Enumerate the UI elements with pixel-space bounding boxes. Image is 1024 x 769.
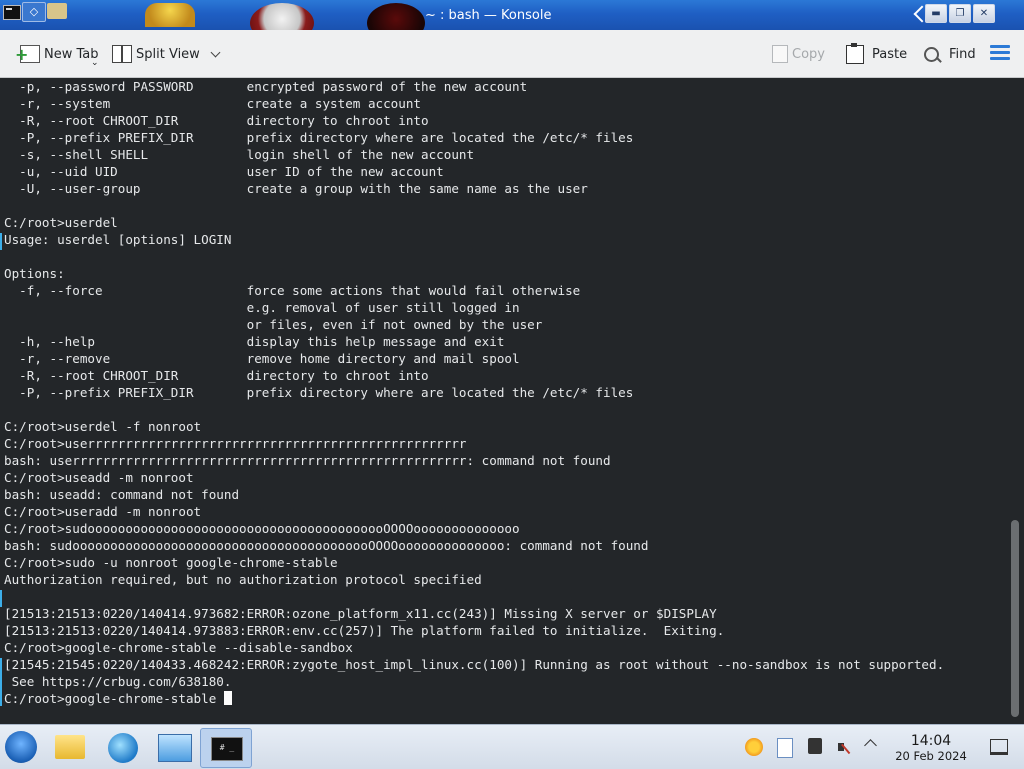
maximize-button[interactable]: ❐ bbox=[949, 4, 971, 23]
copy-button[interactable]: Copy bbox=[772, 42, 825, 66]
konsole-app-icon[interactable] bbox=[3, 5, 21, 20]
terminal-line: -r, --remove remove home directory and m… bbox=[4, 351, 520, 366]
terminal-line: C:/root>useradd -m nonroot bbox=[4, 504, 202, 519]
terminal-line: -u, --uid UID user ID of the new account bbox=[4, 164, 444, 179]
close-button[interactable]: ✕ bbox=[973, 4, 995, 23]
terminal-line: Usage: userdel [options] LOGIN bbox=[4, 232, 232, 247]
chevron-down-icon[interactable] bbox=[210, 47, 221, 57]
terminal-line: C:/root>userrrrrrrrrrrrrrrrrrrrrrrrrrrrr… bbox=[4, 436, 467, 451]
terminal-line: C:/root>google-chrome-stable --disable-s… bbox=[4, 640, 353, 655]
terminal-line: -p, --password PASSWORD encrypted passwo… bbox=[4, 79, 528, 94]
terminal-line: [21513:21513:0220/140414.973682:ERROR:oz… bbox=[4, 606, 717, 621]
paste-label: Paste bbox=[872, 46, 908, 62]
new-tab-menu-chevron-icon[interactable]: ⌄ bbox=[91, 58, 99, 68]
find-label: Find bbox=[949, 46, 976, 62]
window-titlebar[interactable]: ◇ ~ : bash — Konsole ▬ ❐ ✕ bbox=[0, 0, 1024, 30]
konsole-toolbar: New Tab Split View Copy Paste Find bbox=[0, 30, 1024, 78]
line-marker bbox=[0, 590, 2, 607]
terminal-line: C:/root>useadd -m nonroot bbox=[4, 470, 194, 485]
terminal-view[interactable]: -p, --password PASSWORD encrypted passwo… bbox=[0, 78, 1008, 724]
line-marker bbox=[0, 233, 2, 250]
window-title: ~ : bash — Konsole bbox=[425, 8, 552, 23]
terminal-line: -f, --force force some actions that woul… bbox=[4, 283, 581, 298]
copy-icon bbox=[772, 45, 788, 63]
terminal-line: C:/root>userdel bbox=[4, 215, 118, 230]
find-button[interactable]: Find bbox=[924, 42, 976, 66]
show-desktop-icon[interactable] bbox=[990, 739, 1008, 755]
background-building-icon bbox=[145, 3, 195, 27]
terminal-icon: # _ bbox=[211, 737, 243, 761]
terminal-line: or files, even if not owned by the user bbox=[4, 317, 543, 332]
menu-bar-icon bbox=[990, 57, 1010, 60]
terminal-line: C:/root>sudooooooooooooooooooooooooooooo… bbox=[4, 521, 520, 536]
line-marker bbox=[0, 658, 2, 706]
terminal-line: C:/root>userdel -f nonroot bbox=[4, 419, 202, 434]
taskbar: # _ 14:04 20 Feb 2024 bbox=[0, 724, 1024, 769]
paste-button[interactable]: Paste bbox=[846, 42, 907, 66]
minimize-button[interactable]: ▬ bbox=[925, 4, 947, 23]
terminal-line: See https://crbug.com/638180. bbox=[4, 674, 232, 689]
terminal-line: -R, --root CHROOT_DIR directory to chroo… bbox=[4, 368, 429, 383]
terminal-line: bash: userrrrrrrrrrrrrrrrrrrrrrrrrrrrrrr… bbox=[4, 453, 611, 468]
volume-muted-icon[interactable] bbox=[836, 738, 854, 756]
terminal-prompt-line[interactable]: C:/root>google-chrome-stable bbox=[4, 690, 944, 707]
split-view-button[interactable]: Split View bbox=[112, 42, 221, 66]
taskbar-konsole-task[interactable]: # _ bbox=[200, 728, 252, 768]
prompt-text: C:/root>google-chrome-stable bbox=[4, 691, 224, 706]
new-tab-icon bbox=[15, 45, 40, 63]
terminal-output: -p, --password PASSWORD encrypted passwo… bbox=[4, 78, 944, 707]
terminal-line: Options: bbox=[4, 266, 65, 281]
terminal-line: -s, --shell SHELL login shell of the new… bbox=[4, 147, 475, 162]
terminal-line: bash: useadd: command not found bbox=[4, 487, 240, 502]
tray-expand-chevron-icon[interactable] bbox=[864, 739, 877, 752]
terminal-line: [21545:21545:0220/140433.468242:ERROR:zy… bbox=[4, 657, 945, 672]
paste-icon bbox=[846, 42, 864, 64]
scrollbar-thumb[interactable] bbox=[1011, 520, 1019, 717]
terminal-line: -r, --system create a system account bbox=[4, 96, 422, 111]
clipboard-icon[interactable] bbox=[777, 738, 793, 758]
keep-above-button[interactable]: ◇ bbox=[22, 2, 46, 22]
terminal-line: bash: sudooooooooooooooooooooooooooooooo… bbox=[4, 538, 649, 553]
background-folder-icon bbox=[47, 3, 67, 19]
weather-icon[interactable] bbox=[745, 738, 763, 756]
terminal-line: -U, --user-group create a group with the… bbox=[4, 181, 588, 196]
terminal-line: -h, --help display this help message and… bbox=[4, 334, 505, 349]
copy-label: Copy bbox=[792, 46, 825, 62]
terminal-line: Authorization required, but no authoriza… bbox=[4, 572, 482, 587]
file-manager-icon[interactable] bbox=[55, 735, 85, 759]
terminal-line: [21513:21513:0220/140414.973883:ERROR:en… bbox=[4, 623, 725, 638]
search-icon bbox=[924, 46, 939, 62]
terminal-line: -P, --prefix PREFIX_DIR prefix directory… bbox=[4, 385, 634, 400]
hamburger-menu-button[interactable] bbox=[990, 45, 1010, 61]
split-view-label: Split View bbox=[136, 46, 200, 62]
background-globe-icon bbox=[250, 3, 314, 30]
terminal-line: C:/root>sudo -u nonroot google-chrome-st… bbox=[4, 555, 338, 570]
remote-desktop-icon[interactable] bbox=[158, 734, 192, 762]
split-view-icon bbox=[112, 45, 132, 63]
web-browser-icon[interactable] bbox=[108, 733, 138, 763]
clock-date[interactable]: 20 Feb 2024 bbox=[888, 749, 974, 763]
start-menu-icon[interactable] bbox=[5, 731, 37, 763]
menu-bar-icon bbox=[990, 45, 1010, 48]
terminal-line: e.g. removal of user still logged in bbox=[4, 300, 520, 315]
new-tab-button[interactable]: New Tab bbox=[15, 42, 99, 66]
menu-bar-icon bbox=[990, 51, 1010, 54]
text-cursor bbox=[223, 691, 232, 705]
clock-time[interactable]: 14:04 bbox=[890, 733, 972, 749]
terminal-line: -R, --root CHROOT_DIR directory to chroo… bbox=[4, 113, 429, 128]
terminal-line: -P, --prefix PREFIX_DIR prefix directory… bbox=[4, 130, 634, 145]
background-circle-icon bbox=[367, 3, 425, 30]
device-notifier-icon[interactable] bbox=[808, 738, 822, 754]
